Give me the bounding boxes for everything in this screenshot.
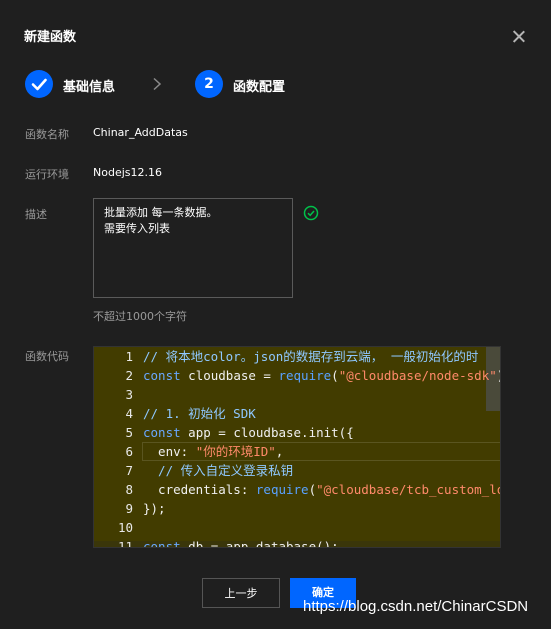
code-text: // 将本地color。json的数据存到云端， 一般初始化的时 <box>143 349 479 364</box>
runtime-label: 运行环境 <box>25 168 69 181</box>
previous-step-button[interactable]: 上一步 <box>202 578 280 608</box>
check-circle-icon <box>303 205 319 221</box>
line-number: 4 <box>125 406 133 421</box>
code-line: 9}); <box>94 499 500 518</box>
function-name-value: Chinar_AddDatas <box>93 126 188 139</box>
step-2-label: 函数配置 <box>233 80 286 95</box>
code-line: 1 // 将本地color。json的数据存到云端， 一般初始化的时 <box>94 347 500 366</box>
code-text: }); <box>143 501 166 516</box>
description-textarea[interactable] <box>93 198 293 298</box>
code-text: const db = app.database(); <box>143 539 339 548</box>
line-number: 8 <box>125 482 133 497</box>
code-line: 7 // 传入自定义登录私钥 <box>94 461 500 480</box>
code-line: 2 const cloudbase = require("@cloudbase/n… <box>94 366 500 385</box>
line-number: 9 <box>125 501 133 516</box>
description-label: 描述 <box>25 208 47 221</box>
line-number: 3 <box>125 387 133 402</box>
code-text: credentials: require("@cloudbase/tcb_cus… <box>143 482 501 497</box>
code-text: // 传入自定义登录私钥 <box>143 463 294 478</box>
line-number: 11 <box>117 539 133 548</box>
step-2-indicator: 2 <box>195 70 223 98</box>
create-function-dialog: 新建函数 基础信息 2 函数配置 函数名称 Chinar_AddDatas 运行… <box>0 0 551 629</box>
description-hint: 不超过1000个字符 <box>93 310 187 323</box>
line-number: 6 <box>125 444 133 459</box>
function-code-label: 函数代码 <box>25 350 69 363</box>
code-text: // 1. 初始化 SDK <box>143 406 256 421</box>
runtime-value: Nodejs12.16 <box>93 166 162 179</box>
line-number: 5 <box>125 425 133 440</box>
step-1-indicator <box>25 70 53 98</box>
watermark-text: https://blog.csdn.net/ChinarCSDN <box>303 598 529 615</box>
check-icon <box>31 78 47 91</box>
code-line: 11 const db = app.database(); <box>94 537 500 548</box>
code-text: const cloudbase = require("@cloudbase/no… <box>143 368 500 383</box>
function-name-label: 函数名称 <box>25 128 69 141</box>
code-text: const app = cloudbase.init({ <box>143 425 354 440</box>
code-line: 8 credentials: require("@cloudbase/tcb_c… <box>94 480 501 499</box>
line-number: 1 <box>125 349 133 364</box>
chevron-right-icon <box>153 77 162 91</box>
code-line: 10 <box>94 518 500 537</box>
dialog-title: 新建函数 <box>24 30 77 45</box>
code-line: 5 const app = cloudbase.init({ <box>94 423 500 442</box>
code-editor[interactable]: 1 // 将本地color。json的数据存到云端， 一般初始化的时 2 const … <box>93 346 501 548</box>
step-1-label: 基础信息 <box>63 80 116 95</box>
line-number: 10 <box>117 520 133 535</box>
code-line: 4 // 1. 初始化 SDK <box>94 404 500 423</box>
code-line: 3 <box>94 385 500 404</box>
line-number: 7 <box>125 463 133 478</box>
line-number: 2 <box>125 368 133 383</box>
close-icon[interactable] <box>510 28 528 46</box>
current-line-highlight <box>142 442 500 461</box>
